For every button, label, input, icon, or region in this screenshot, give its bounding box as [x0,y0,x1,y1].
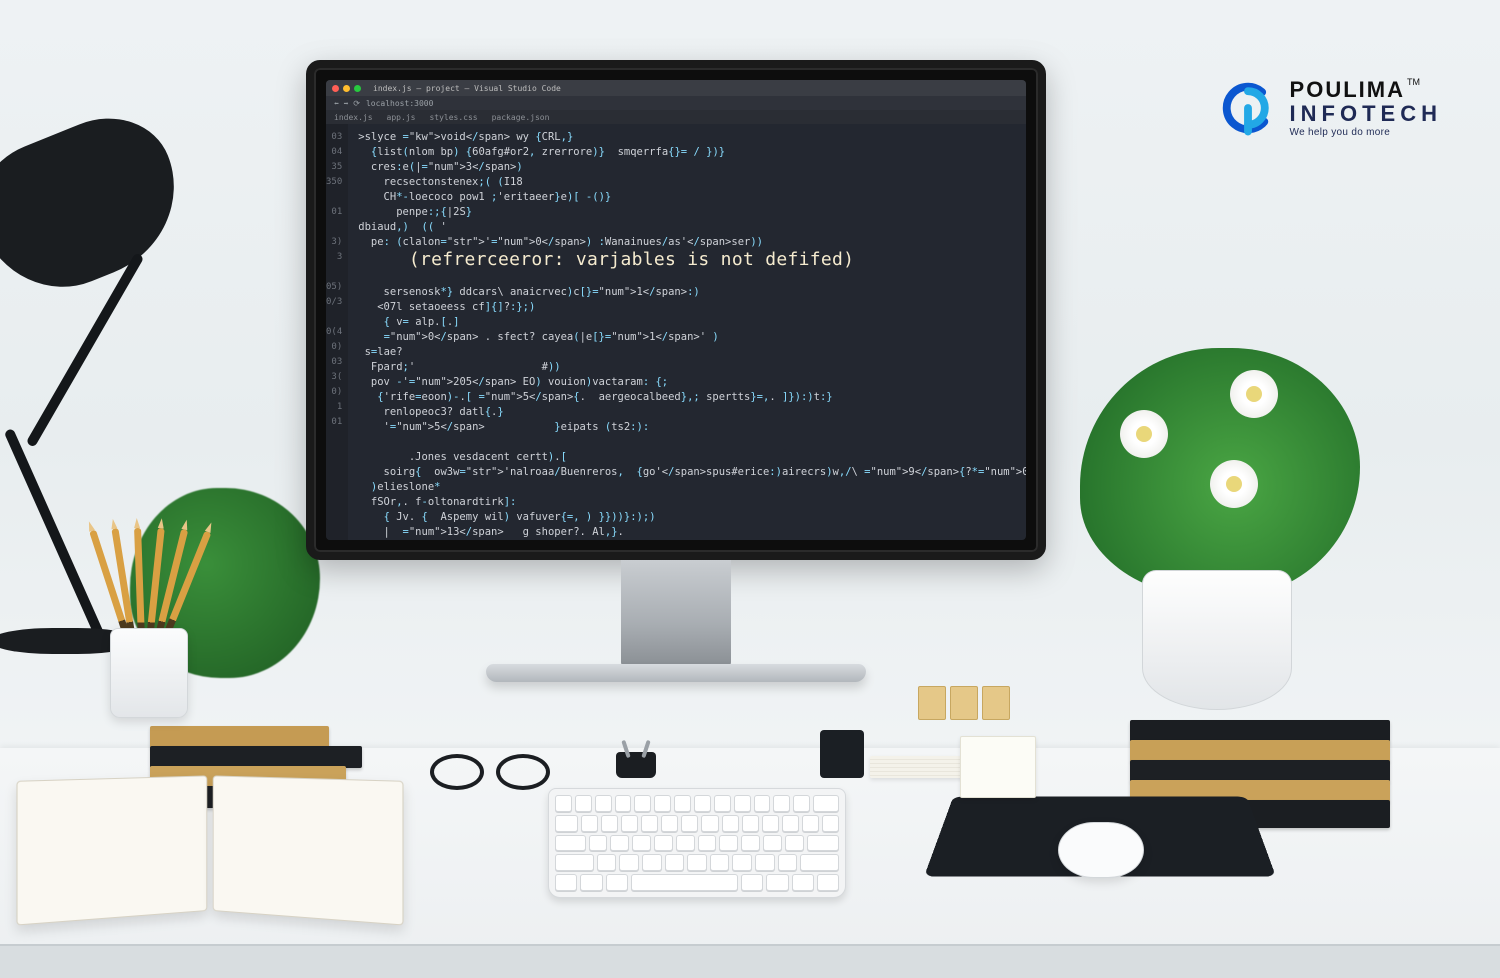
tab: index.js [334,113,373,122]
close-icon [332,85,339,92]
pencil-cup [110,628,188,718]
line-number-gutter: 030435350013)305)0/30(40)033(0)101 [326,124,348,540]
sticky-note [960,736,1036,798]
code-area: >slyce ="kw">void</span> wy {CRL,} {list… [348,124,1026,540]
logo-tagline: We help you do more [1290,128,1442,139]
pencils [100,558,200,638]
mouse [1058,822,1144,878]
open-book [20,778,400,918]
tab: package.json [492,113,550,122]
glasses-icon [430,748,550,788]
wood-blocks [918,686,1010,720]
tab: app.js [387,113,416,122]
window-titlebar: index.js — project — Visual Studio Code [326,80,1026,96]
window-title: index.js — project — Visual Studio Code [373,84,561,93]
code-editor-screen: index.js — project — Visual Studio Code … [326,80,1026,540]
maximize-icon [354,85,361,92]
minimize-icon [343,85,350,92]
binder-clip-icon [616,752,656,778]
logo-word-1: POULIMA [1290,77,1405,102]
keyboard [548,788,846,898]
flower-icon [1230,370,1278,418]
brand-logo: POULIMATM INFOTECH We help you do more [1220,78,1442,138]
trademark-symbol: TM [1407,77,1420,87]
plant-pot [1142,570,1292,710]
flower-icon [1210,460,1258,508]
logo-word-2: INFOTECH [1290,102,1442,125]
pen-holder [820,730,864,778]
monitor: index.js — project — Visual Studio Code … [306,60,1046,770]
editor-tabs: index.js app.js styles.css package.json [326,110,1026,124]
logo-mark-icon [1220,80,1276,136]
tab: styles.css [429,113,477,122]
address-bar: ⬅ ➡ ⟳ localhost:3000 [326,96,1026,110]
url-display: localhost:3000 [366,99,433,108]
flower-icon [1120,410,1168,458]
